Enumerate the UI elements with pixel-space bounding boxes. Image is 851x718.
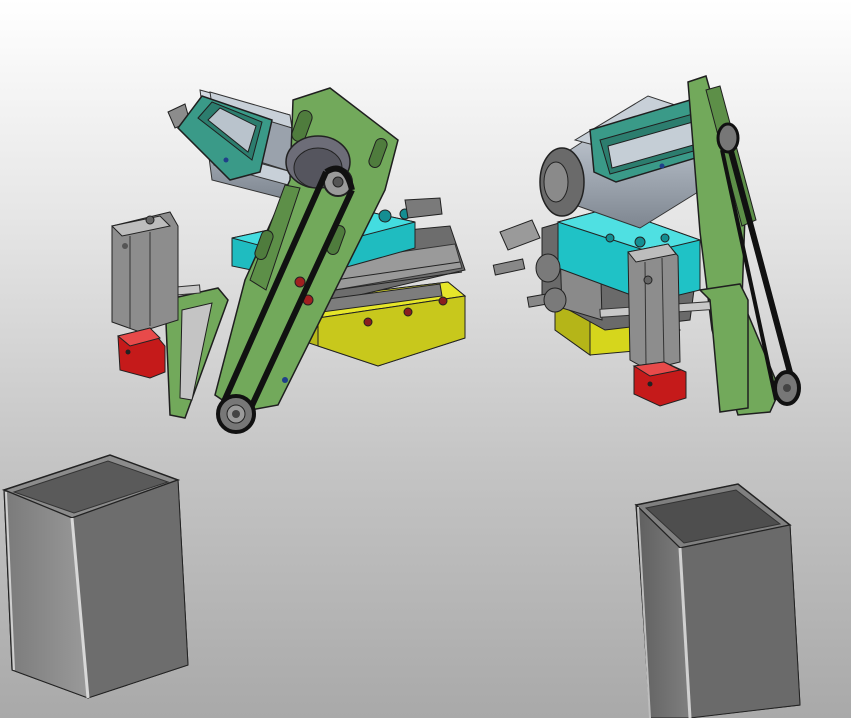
left-idler-pulley (216, 394, 256, 434)
left-pneumatic-gripper (110, 211, 179, 333)
left-gripper-jaw (116, 327, 166, 379)
right-idler-pulley (773, 370, 801, 406)
right-pneumatic-gripper (627, 243, 681, 371)
left-sheet-metal-box (1, 454, 189, 699)
cad-viewport (0, 0, 851, 718)
cad-scene (1, 75, 801, 718)
right-drive-pulley (716, 122, 740, 154)
right-gripper-jaw (632, 361, 687, 407)
right-belt-drive-gripper (492, 75, 801, 416)
left-belt-drive-gripper (110, 87, 467, 434)
right-sheet-metal-box (634, 483, 801, 718)
